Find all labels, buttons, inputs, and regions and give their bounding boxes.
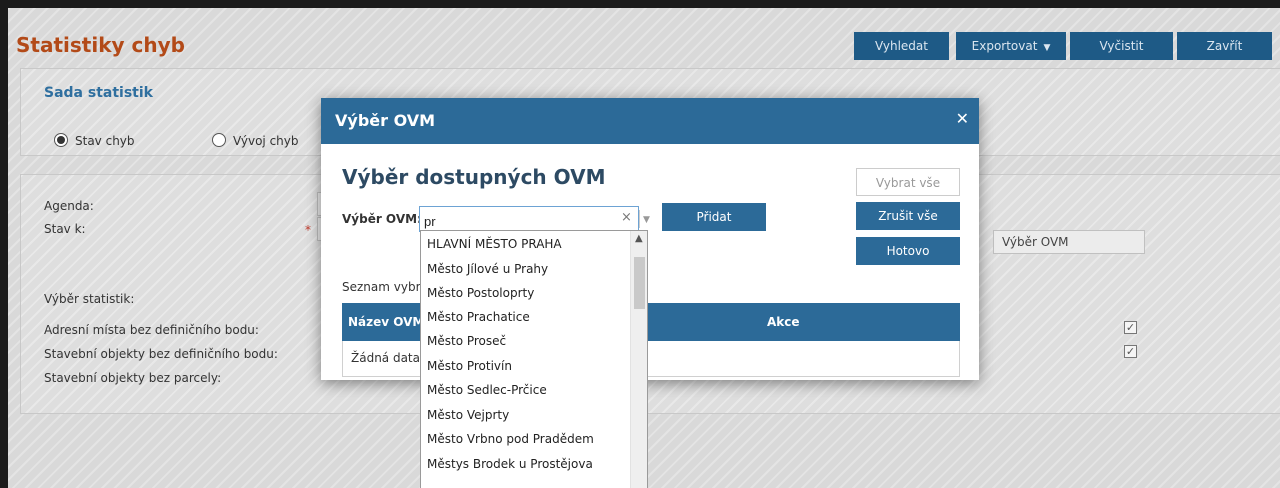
list-item[interactable]: Město Vrbno pod Pradědem <box>427 432 594 446</box>
ovm-dropdown-list: HLAVNÍ MĚSTO PRAHA Město Jílové u Prahy … <box>420 230 648 488</box>
selected-list-label: Seznam vybra <box>342 280 428 294</box>
stat-label-0: Adresní místa bez definičního bodu: <box>44 323 259 337</box>
done-button[interactable]: Hotovo <box>856 237 960 265</box>
list-item[interactable]: Město Proseč <box>427 334 506 348</box>
required-mark: * <box>305 223 311 237</box>
search-button[interactable]: Vyhledat <box>854 32 949 60</box>
radio-stav-chyb[interactable] <box>54 133 68 147</box>
list-item[interactable]: Město Postoloprty <box>427 286 534 300</box>
close-icon[interactable]: ✕ <box>956 109 969 128</box>
scrollbar[interactable]: ▲ <box>630 231 647 488</box>
stats-set-title: Sada statistik <box>44 85 153 101</box>
list-item[interactable]: Město Vejprty <box>427 408 509 422</box>
close-button[interactable]: Zavřít <box>1177 32 1272 60</box>
modal-subtitle: Výběr dostupných OVM <box>342 165 606 189</box>
export-button[interactable]: Exportovat ▼ <box>956 32 1066 60</box>
app-window: Statistiky chyb Vyhledat Exportovat ▼ Vyč… <box>8 8 1280 488</box>
select-ovm-button[interactable]: Výběr OVM <box>993 230 1145 254</box>
chevron-down-icon[interactable]: ▼ <box>643 215 650 225</box>
divider <box>639 210 640 228</box>
scrollbar-thumb[interactable] <box>634 257 645 309</box>
export-label: Exportovat <box>971 39 1038 53</box>
ovm-search-input[interactable] <box>419 206 639 232</box>
list-item[interactable]: Městys Brodek u Prostějova <box>427 457 593 471</box>
chevron-down-icon: ▼ <box>1043 43 1051 53</box>
add-button[interactable]: Přidat <box>662 203 766 231</box>
stats-heading: Výběr statistik: <box>44 292 135 306</box>
list-item[interactable]: HLAVNÍ MĚSTO PRAHA <box>427 237 562 251</box>
column-header-name: Název OVM <box>348 315 425 329</box>
modal-title: Výběr OVM <box>335 111 436 130</box>
stat-checkbox-1[interactable]: ✓ <box>1124 345 1137 358</box>
clear-icon[interactable]: × <box>621 210 632 225</box>
deselect-all-button[interactable]: Zrušit vše <box>856 202 960 230</box>
empty-state: Žádná data <box>351 351 420 365</box>
agenda-label: Agenda: <box>44 199 94 213</box>
radio-vyvoj-chyb-label: Vývoj chyb <box>233 134 299 148</box>
list-item[interactable]: Město Jílové u Prahy <box>427 262 548 276</box>
list-item[interactable]: Město Prachatice <box>427 310 530 324</box>
state-label: Stav k: <box>44 222 86 236</box>
list-item[interactable]: Město Protivín <box>427 359 512 373</box>
stat-checkbox-0[interactable]: ✓ <box>1124 321 1137 334</box>
list-item[interactable]: Město Sedlec-Prčice <box>427 383 547 397</box>
stat-label-1: Stavební objekty bez definičního bodu: <box>44 347 278 361</box>
page-title: Statistiky chyb <box>16 33 185 57</box>
stat-label-2: Stavební objekty bez parcely: <box>44 371 222 385</box>
chevron-up-icon[interactable]: ▲ <box>635 233 643 244</box>
column-header-action: Akce <box>767 315 800 329</box>
select-all-button[interactable]: Vybrat vše <box>856 168 960 196</box>
modal-header: Výběr OVM ✕ <box>321 98 979 144</box>
radio-vyvoj-chyb[interactable] <box>212 133 226 147</box>
ovm-label: Výběr OVM: <box>342 212 422 226</box>
radio-stav-chyb-label: Stav chyb <box>75 134 135 148</box>
clear-button[interactable]: Vyčistit <box>1070 32 1173 60</box>
